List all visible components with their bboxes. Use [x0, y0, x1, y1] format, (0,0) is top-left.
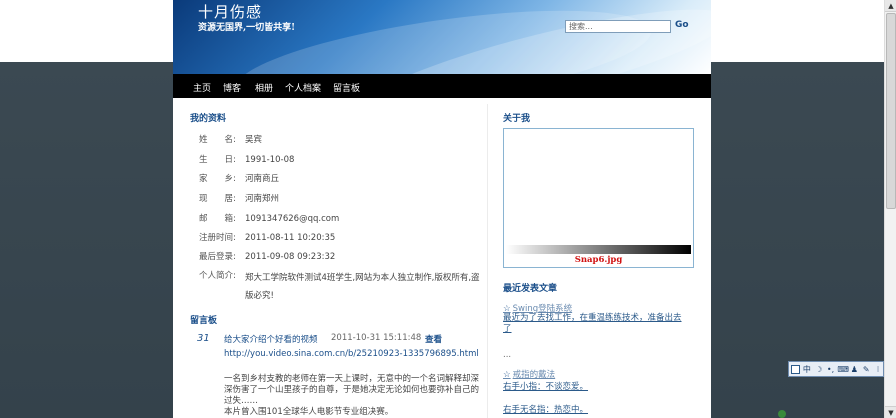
menu-icon[interactable]: ⁝: [873, 365, 883, 374]
profile-row-email: 邮 箱: 1091347626@qq.com: [199, 212, 339, 224]
about-section-title: 关于我: [503, 114, 531, 124]
recent-article-title: 戒指的戴法: [512, 370, 556, 380]
profile-section-title: 我的资料: [190, 114, 227, 124]
profile-row-residence: 现 居: 河南郑州: [199, 192, 279, 204]
column-divider: [487, 104, 488, 418]
profile-value: 河南郑州: [245, 194, 280, 204]
keyboard-icon[interactable]: ⌨: [837, 365, 849, 374]
profile-label: 姓 名:: [199, 135, 236, 145]
main-nav: 主页 博客 相册 个人档案 留言板: [173, 74, 711, 98]
recent-article-summary[interactable]: 右手小指：不谈恋爱。: [503, 380, 588, 392]
profile-label: 邮 箱:: [199, 214, 236, 224]
about-image-caption: Snap6.jpg: [574, 255, 623, 265]
user-icon[interactable]: ♟: [849, 365, 859, 374]
profile-value: 1091347626@qq.com: [245, 214, 340, 224]
site-subtitle: 资源无国界,一切皆共享!: [198, 23, 296, 33]
profile-label: 注册时间:: [199, 233, 236, 243]
site-title: 十月伤感: [198, 3, 263, 21]
profile-label: 现 居:: [199, 194, 236, 204]
profile-value: 1991-10-08: [245, 155, 295, 165]
search-go-button[interactable]: Go: [675, 20, 689, 30]
page-scrollbar[interactable]: ▲ ▼: [884, 0, 896, 418]
profile-label: 家 乡:: [199, 174, 236, 184]
profile-row-last-login: 最后登录: 2011-09-08 09:23:32: [199, 250, 335, 262]
guestbook-entry-url-link[interactable]: http://you.video.sina.com.cn/b/25210923-…: [224, 349, 479, 359]
tray-status-icon[interactable]: [778, 410, 786, 418]
guestbook-entry-date: 2011-10-31 15:11:48: [331, 333, 422, 343]
profile-row-register-time: 注册时间: 2011-08-11 10:20:35: [199, 231, 335, 243]
scroll-down-arrow-icon[interactable]: ▼: [885, 406, 896, 418]
profile-value: 河南商丘: [245, 174, 280, 184]
recent-article-ellipsis: ...: [503, 350, 512, 360]
scroll-up-arrow-icon[interactable]: ▲: [885, 0, 896, 12]
star-icon: ☆: [503, 370, 511, 380]
site-header: 十月伤感 资源无国界,一切皆共享! Go: [173, 0, 711, 74]
nav-item-guestbook[interactable]: 留言板: [333, 81, 360, 94]
nav-item-profile[interactable]: 个人档案: [285, 81, 321, 94]
ime-toolbar[interactable]: 中 ☽ •, ⌨ ♟ ✎ ⁝: [788, 361, 884, 377]
scroll-thumb[interactable]: [886, 13, 896, 209]
recent-article-summary[interactable]: 右手无名指：热恋中。: [503, 403, 588, 415]
profile-label: 生 日:: [199, 155, 236, 165]
profile-value: 吴宾: [245, 135, 263, 145]
moon-icon[interactable]: ☽: [814, 365, 824, 374]
profile-label: 最后登录:: [199, 252, 236, 262]
nav-item-blog[interactable]: 博客: [223, 81, 241, 94]
profile-value: 2011-09-08 09:23:32: [245, 252, 336, 262]
profile-row-birthday: 生 日: 1991-10-08: [199, 153, 294, 165]
guestbook-entry-body: 一名到乡村支教的老师在第一天上课时，无意中的一个名词解释却深深伤害了一个山里孩子…: [224, 374, 482, 418]
about-image-gradient: [506, 245, 691, 254]
nav-item-home[interactable]: 主页: [193, 81, 211, 94]
guestbook-entry-text: 一名到乡村支教的老师在第一天上课时，无意中的一个名词解释却深深伤害了一个山里孩子…: [224, 374, 480, 406]
search-input[interactable]: [565, 20, 671, 33]
profile-row-hometown: 家 乡: 河南商丘: [199, 172, 279, 184]
guestbook-entry-title-link[interactable]: 给大家介绍个好看的视频: [224, 333, 318, 345]
nav-item-album[interactable]: 相册: [255, 81, 273, 94]
ime-mode-indicator[interactable]: 中: [802, 364, 812, 375]
profile-row-name: 姓 名: 吴宾: [199, 133, 262, 145]
recent-article-summary[interactable]: 最近为了去找工作，在重温练练技术，准备出去了: [503, 313, 688, 335]
profile-intro-value: 郑大工学院软件测试4班学生,网站为本人独立制作,版权所有,盗版必究!: [245, 273, 480, 301]
guestbook-view-link[interactable]: 查看: [425, 333, 442, 345]
profile-intro-label: 个人简介:: [199, 271, 236, 281]
page-container: 十月伤感 资源无国界,一切皆共享! Go 主页 博客 相册 个人档案 留言板 我…: [173, 0, 711, 418]
guestbook-entry-number: 31: [197, 333, 210, 344]
punctuation-icon[interactable]: •,: [826, 365, 836, 374]
guestbook-entry-text: 本片曾入围101全球华人电影节专业组决赛。: [224, 407, 394, 417]
tools-icon[interactable]: ✎: [861, 365, 871, 374]
profile-value: 2011-08-11 10:20:35: [245, 233, 336, 243]
recent-articles-section-title: 最近发表文章: [503, 284, 558, 294]
recent-article-link[interactable]: ☆ 戒指的戴法: [503, 368, 555, 380]
about-image-frame[interactable]: Snap6.jpg: [503, 128, 694, 268]
ime-logo-icon[interactable]: [791, 364, 800, 374]
guestbook-section-title: 留言板: [190, 316, 218, 326]
